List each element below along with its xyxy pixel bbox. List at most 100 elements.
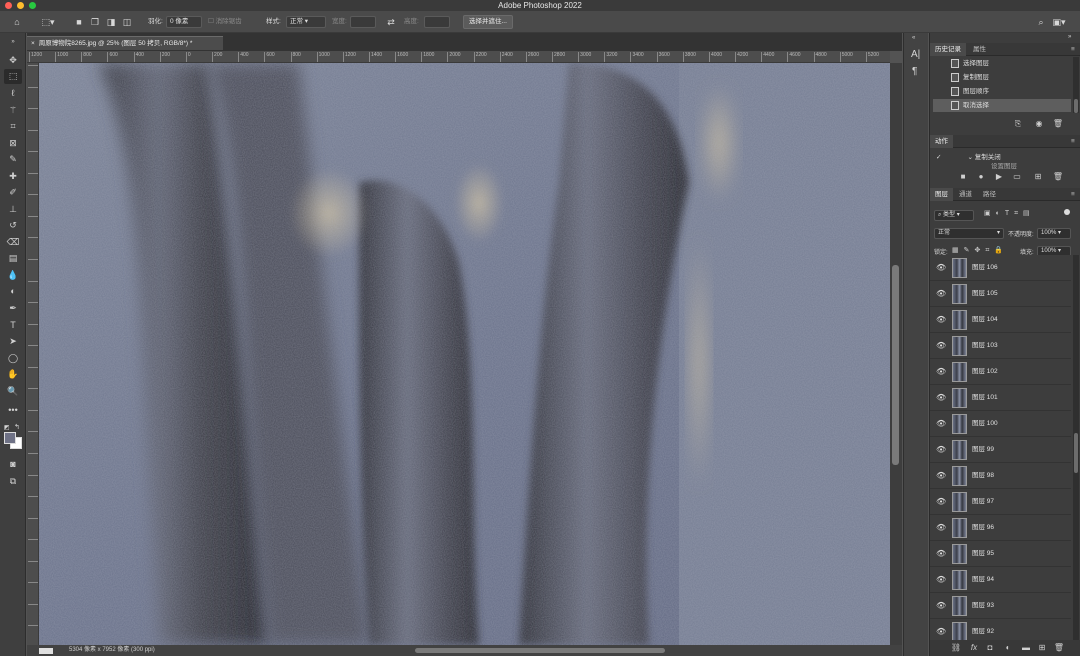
close-tab-icon[interactable]: × [31, 40, 35, 47]
marquee-preset-icon[interactable]: ⬚▾ [36, 15, 60, 29]
visibility-eye-icon[interactable]: 👁 [936, 289, 946, 299]
layer-row[interactable]: 👁 图层 106 [930, 255, 1071, 281]
layer-row[interactable]: 👁 图层 105 [930, 281, 1071, 307]
panel-menu-icon[interactable]: ≡ [1066, 43, 1080, 56]
new-set-icon[interactable]: ▭ [1011, 171, 1023, 183]
layer-row[interactable]: 👁 图层 95 [930, 541, 1071, 567]
visibility-eye-icon[interactable]: 👁 [936, 341, 946, 351]
add-selection-icon[interactable]: ❐ [88, 15, 102, 29]
foreground-color-swatch[interactable] [4, 432, 16, 444]
visibility-eye-icon[interactable]: 👁 [936, 263, 946, 273]
layer-row[interactable]: 👁 图层 100 [930, 411, 1071, 437]
collapse-icon[interactable]: » [4, 35, 22, 50]
history-item[interactable]: 选择图层 [933, 57, 1071, 70]
zoom-indicator[interactable] [39, 648, 53, 654]
expand-panels-icon[interactable]: « [912, 35, 915, 41]
maximize-window-button[interactable] [29, 2, 36, 9]
gradient-tool-icon[interactable]: ▤ [4, 251, 22, 266]
layer-row[interactable]: 👁 图层 94 [930, 567, 1071, 593]
visibility-eye-icon[interactable]: 👁 [936, 471, 946, 481]
visibility-eye-icon[interactable]: 👁 [936, 549, 946, 559]
delete-action-icon[interactable]: 🗑 [1052, 171, 1064, 183]
layer-row[interactable]: 👁 图层 101 [930, 385, 1071, 411]
clone-stamp-tool-icon[interactable]: ⊥ [4, 202, 22, 217]
minimize-window-button[interactable] [17, 2, 24, 9]
new-document-from-state-icon[interactable]: ⎘ [1012, 118, 1024, 130]
path-selection-tool-icon[interactable]: ➤ [4, 334, 22, 349]
layer-style-icon[interactable]: fx [968, 642, 980, 654]
new-layer-icon[interactable]: ⊞ [1036, 642, 1048, 654]
width-input[interactable] [350, 16, 376, 28]
adjustment-layer-icon[interactable]: ◐ [1002, 642, 1014, 654]
marquee-tool-icon[interactable]: ⬚ [4, 69, 22, 84]
layer-row[interactable]: 👁 图层 97 [930, 489, 1071, 515]
feather-input[interactable]: 0 像素 [166, 16, 202, 28]
tab-actions[interactable]: 动作 [930, 135, 953, 148]
layer-filter-icons[interactable]: ▣◐T⌗▤ [984, 209, 1035, 218]
layer-row[interactable]: 👁 图层 103 [930, 333, 1071, 359]
subtract-selection-icon[interactable]: ◨ [104, 15, 118, 29]
dodge-tool-icon[interactable]: ◐ [4, 284, 22, 299]
visibility-eye-icon[interactable]: 👁 [936, 627, 946, 637]
blend-mode-select[interactable]: 正常 ▾ [934, 228, 1004, 239]
history-brush-tool-icon[interactable]: ↺ [4, 218, 22, 233]
lasso-tool-icon[interactable]: ℓ [4, 86, 22, 101]
paragraph-panel-icon[interactable]: ¶ [912, 66, 917, 77]
style-select[interactable]: 正常 ▾ [286, 16, 326, 28]
layers-scroll-thumb[interactable] [1074, 433, 1078, 473]
layer-row[interactable]: 👁 图层 96 [930, 515, 1071, 541]
visibility-eye-icon[interactable]: 👁 [936, 367, 946, 377]
crop-tool-icon[interactable]: ⌗ [4, 119, 22, 134]
more-tools-icon[interactable]: ••• [4, 403, 22, 418]
visibility-eye-icon[interactable]: 👁 [936, 523, 946, 533]
tab-layers[interactable]: 图层 [930, 188, 953, 201]
layer-row[interactable]: 👁 图层 102 [930, 359, 1071, 385]
eyedropper-tool-icon[interactable]: ✎ [4, 152, 22, 167]
pen-tool-icon[interactable]: ✒ [4, 301, 22, 316]
move-tool-icon[interactable]: ✥ [4, 53, 22, 68]
zoom-tool-icon[interactable]: 🔍 [4, 384, 22, 399]
layer-row[interactable]: 👁 图层 99 [930, 437, 1071, 463]
stop-action-icon[interactable]: ■ [957, 171, 969, 183]
history-item[interactable]: 复制图层 [933, 71, 1071, 84]
magic-wand-tool-icon[interactable]: ⚚ [4, 103, 22, 118]
visibility-eye-icon[interactable]: 👁 [936, 419, 946, 429]
visibility-eye-icon[interactable]: 👁 [936, 393, 946, 403]
record-action-icon[interactable]: ● [975, 171, 987, 183]
action-item[interactable]: 设置图层 [933, 163, 1071, 171]
new-selection-icon[interactable]: ■ [72, 15, 86, 29]
type-tool-icon[interactable]: T [4, 318, 22, 333]
delete-layer-icon[interactable]: 🗑 [1053, 642, 1065, 654]
close-window-button[interactable] [5, 2, 12, 9]
healing-brush-tool-icon[interactable]: ✚ [4, 169, 22, 184]
opacity-input[interactable]: 100% ▾ [1037, 228, 1071, 239]
anti-alias-checkbox[interactable]: ☐ 消除锯齿 [208, 16, 242, 28]
tab-properties[interactable]: 属性 [968, 43, 991, 56]
document-canvas[interactable] [39, 63, 890, 645]
frame-tool-icon[interactable]: ⊠ [4, 136, 22, 151]
search-icon[interactable]: ⌕ [1034, 15, 1048, 29]
layer-row[interactable]: 👁 图层 92 [930, 619, 1071, 640]
visibility-eye-icon[interactable]: 👁 [936, 601, 946, 611]
history-item[interactable]: 图层顺序 [933, 85, 1071, 98]
blur-tool-icon[interactable]: 💧 [4, 268, 22, 283]
workspace-icon[interactable]: ▣▾ [1052, 15, 1066, 29]
document-tab[interactable]: × 周原博物院8265.jpg @ 25% (图层 50 拷贝, RGB/8*) … [27, 36, 223, 50]
visibility-eye-icon[interactable]: 👁 [936, 315, 946, 325]
brush-tool-icon[interactable]: ✐ [4, 185, 22, 200]
snapshot-icon[interactable]: ◉ [1033, 118, 1045, 130]
layer-row[interactable]: 👁 图层 98 [930, 463, 1071, 489]
history-item-selected[interactable]: 取消选择 [933, 99, 1071, 112]
canvas-horizontal-scroll-thumb[interactable] [415, 648, 665, 653]
link-layers-icon[interactable]: ⛓ [950, 642, 962, 654]
home-icon[interactable]: ⌂ [10, 15, 24, 29]
select-and-mask-button[interactable]: 选择并遮住... [463, 15, 513, 29]
tab-channels[interactable]: 通道 [954, 188, 977, 201]
panel-menu-icon[interactable]: ≡ [1066, 135, 1080, 148]
eraser-tool-icon[interactable]: ⌫ [4, 235, 22, 250]
height-input[interactable] [424, 16, 450, 28]
delete-state-icon[interactable]: 🗑 [1052, 118, 1064, 130]
tab-history[interactable]: 历史记录 [930, 43, 966, 56]
hand-tool-icon[interactable]: ✋ [4, 367, 22, 382]
ellipse-tool-icon[interactable]: ◯ [4, 351, 22, 366]
